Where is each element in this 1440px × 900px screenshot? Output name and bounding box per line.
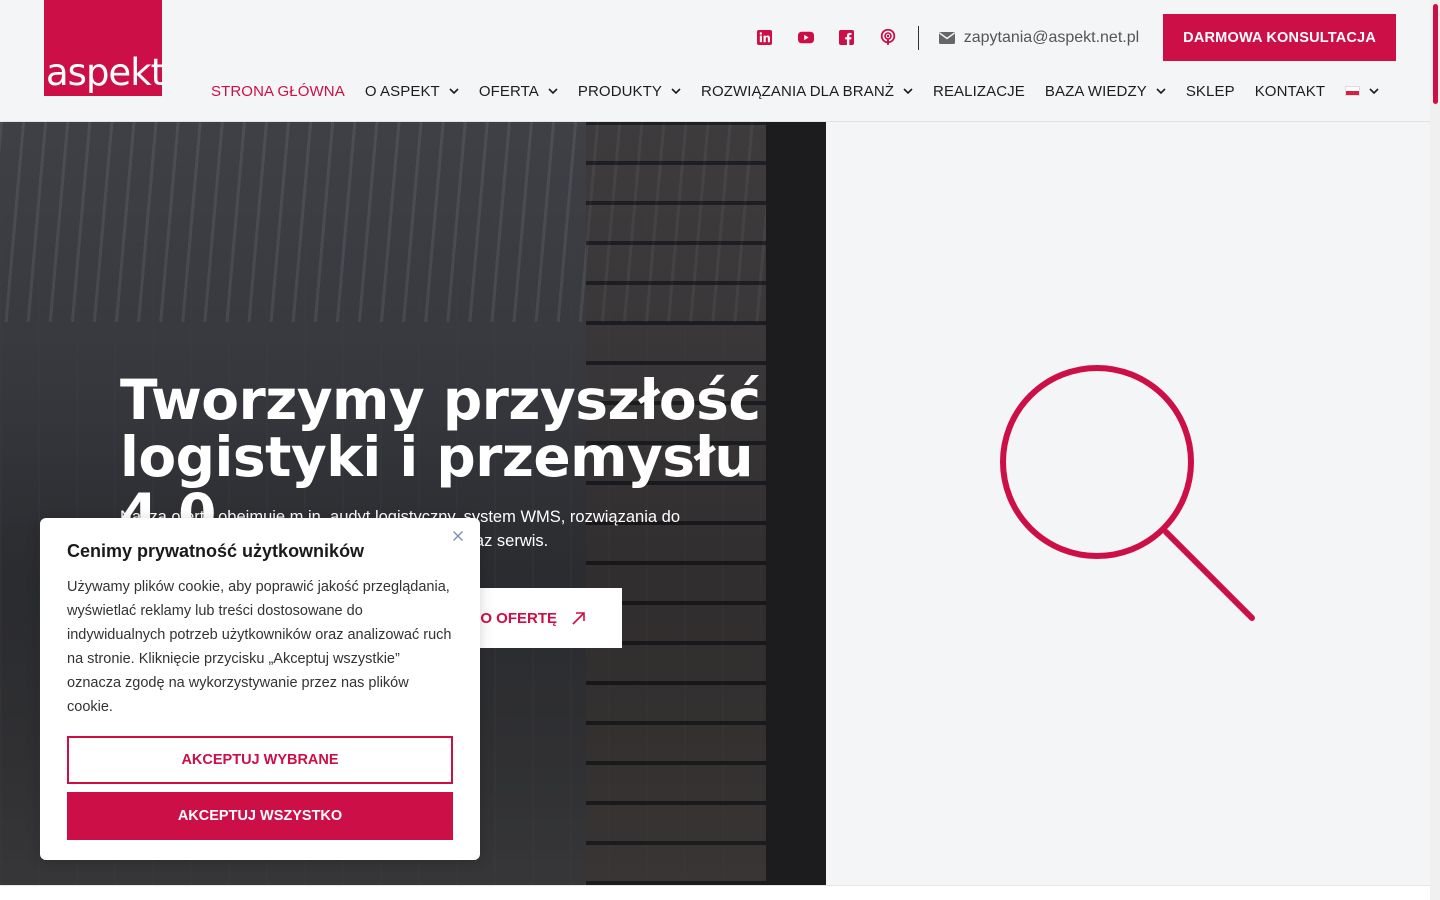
- chevron-down-icon: [449, 87, 459, 94]
- envelope-icon: [938, 31, 955, 44]
- logo[interactable]: aspekt: [44, 0, 165, 96]
- chevron-down-icon: [903, 87, 913, 94]
- chevron-down-icon: [671, 87, 681, 94]
- topbar: zapytania@aspekt.net.pl DARMOWA KONSULTA…: [757, 14, 1396, 61]
- email-text: zapytania@aspekt.net.pl: [963, 28, 1140, 46]
- nav-item-about[interactable]: O ASPEKT: [365, 83, 459, 100]
- logo-text: aspekt: [46, 51, 165, 94]
- chevron-down-icon: [548, 87, 558, 94]
- chevron-down-icon: [1369, 87, 1379, 94]
- magnifier-icon: [1000, 365, 1255, 621]
- close-icon[interactable]: [452, 530, 464, 542]
- facebook-icon[interactable]: [839, 30, 855, 46]
- scrollbar-thumb[interactable]: [1433, 4, 1438, 104]
- site-header: aspekt zapytania@aspekt.net.pl DARMOWA K…: [0, 0, 1430, 122]
- nav-item-home[interactable]: STRONA GŁÓWNA: [211, 83, 345, 100]
- email-link[interactable]: zapytania@aspekt.net.pl: [938, 28, 1140, 47]
- divider: [917, 25, 919, 50]
- main-nav: STRONA GŁÓWNA O ASPEKT OFERTA PRODUKTY R…: [211, 80, 1399, 102]
- youtube-icon[interactable]: [797, 30, 814, 46]
- podcast-icon[interactable]: [880, 29, 896, 46]
- hero-offer-button-label: O OFERTĘ: [480, 609, 557, 627]
- nav-item-realizations[interactable]: REALIZACJE: [933, 83, 1025, 100]
- cookie-consent-dialog: Cenimy prywatność użytkowników Używamy p…: [40, 518, 480, 860]
- nav-item-knowledge-base[interactable]: BAZA WIEDZY: [1045, 83, 1166, 100]
- nav-item-shop[interactable]: SKLEP: [1186, 83, 1235, 100]
- arrow-up-right-icon: [572, 611, 585, 625]
- polish-flag-icon: [1345, 86, 1361, 96]
- accept-all-button[interactable]: AKCEPTUJ WSZYSTKO: [67, 792, 453, 840]
- nav-item-solutions[interactable]: ROZWIĄZANIA DLA BRANŻ: [701, 83, 913, 100]
- social-links: [757, 29, 896, 46]
- nav-item-products[interactable]: PRODUKTY: [578, 83, 681, 100]
- language-switcher[interactable]: [1345, 86, 1379, 96]
- cookie-title: Cenimy prywatność użytkowników: [67, 541, 365, 561]
- nav-item-offer[interactable]: OFERTA: [479, 83, 558, 100]
- cookie-text: Używamy plików cookie, aby poprawić jako…: [67, 579, 452, 715]
- nav-item-contact[interactable]: KONTAKT: [1255, 83, 1325, 100]
- scrollbar[interactable]: [1430, 0, 1440, 900]
- chevron-down-icon: [1156, 87, 1166, 94]
- free-consultation-button[interactable]: DARMOWA KONSULTACJA: [1163, 14, 1396, 61]
- linkedin-icon[interactable]: [757, 30, 773, 46]
- accept-selected-button[interactable]: AKCEPTUJ WYBRANE: [67, 736, 453, 784]
